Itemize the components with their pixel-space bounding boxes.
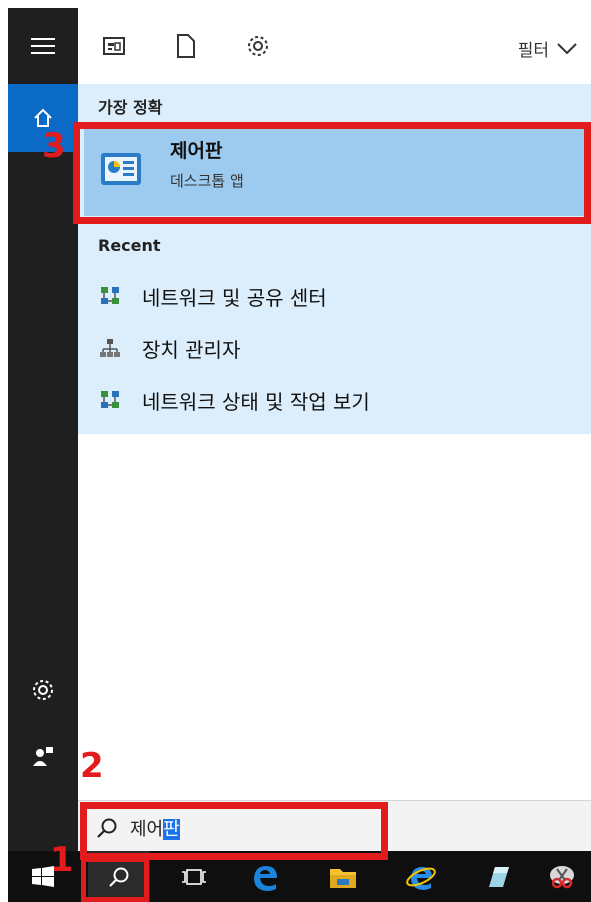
gear-icon [33,680,53,700]
task-view-icon [182,868,206,885]
document-icon [177,34,195,58]
annotation-box-search [80,802,388,860]
folder-icon [330,868,356,888]
documents-filter-button[interactable] [172,32,200,60]
apps-filter-button[interactable] [100,32,128,60]
recent-item-label: 네트워크 및 공유 센터 [142,285,327,310]
best-match-header: 가장 정확 [98,98,163,117]
network-icon [96,388,124,412]
filter-label: 필터 [517,41,549,61]
app-tile-icon [489,866,509,887]
settings-button[interactable] [8,660,78,720]
hamburger-icon [31,38,55,54]
feedback-person-icon [33,747,53,766]
recent-item-label: 장치 관리자 [142,337,241,362]
chevron-down-icon [557,42,577,54]
recent-item[interactable]: 장치 관리자 [96,330,240,366]
device-manager-icon [96,336,124,360]
internet-explorer-button[interactable] [390,851,452,902]
gear-icon [248,36,268,56]
annotation-number-2: 2 [80,746,104,786]
recent-item[interactable]: 네트워크 상태 및 작업 보기 [96,382,370,418]
filter-dropdown[interactable]: 필터 [518,36,577,61]
recent-header: Recent [98,236,161,255]
network-icon [96,284,124,308]
annotation-number-3: 3 [42,126,66,166]
annotation-box-search-button [81,857,149,902]
recent-item-label: 네트워크 상태 및 작업 보기 [142,389,370,414]
snipping-tool-icon [549,865,574,888]
edge-icon [254,865,277,891]
taskbar-app-button[interactable] [468,851,530,902]
annotation-box-best-match [73,122,591,224]
feedback-button[interactable] [8,726,78,786]
internet-explorer-icon [406,866,436,890]
settings-filter-button[interactable] [244,32,272,60]
recent-item[interactable]: 네트워크 및 공유 센터 [96,278,327,314]
snipping-tool-button[interactable] [532,851,591,902]
app-window-icon [103,37,125,55]
hamburger-menu-button[interactable] [8,16,78,76]
search-top-bar: 필터 [78,8,591,84]
annotation-number-1: 1 [50,840,74,880]
